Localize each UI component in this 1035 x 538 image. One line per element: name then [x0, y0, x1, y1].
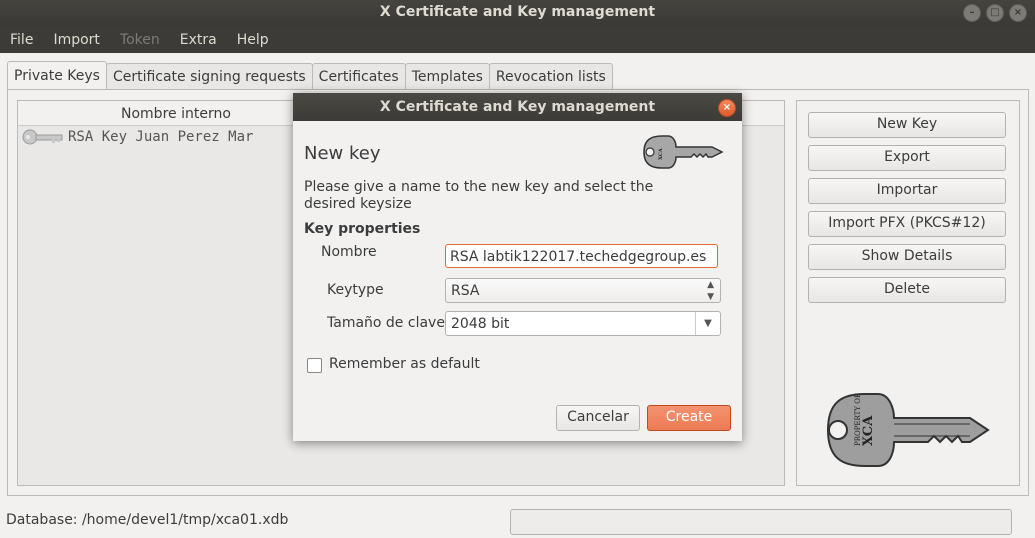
keytype-select[interactable]: RSA ▲ ▼: [445, 278, 721, 303]
import-pfx-button[interactable]: Import PFX (PKCS#12): [808, 211, 1006, 237]
tab-certificates[interactable]: Certificates: [311, 63, 406, 90]
xca-key-logo: PROPERTY OF XCA: [826, 393, 990, 467]
menu-help[interactable]: Help: [227, 32, 279, 48]
window-title: X Certificate and Key management: [379, 4, 656, 20]
show-details-button[interactable]: Show Details: [808, 244, 1006, 270]
keysize-label: Tamaño de clave: [327, 315, 445, 331]
keysize-value: 2048 bit: [451, 316, 510, 332]
tab-certificate-signing-requests[interactable]: Certificate signing requests: [105, 63, 313, 90]
tab-private-keys[interactable]: Private Keys: [7, 61, 107, 90]
key-name: RSA Key Juan Perez Mar: [68, 129, 254, 145]
progress-bar: [510, 509, 1012, 535]
menu-token[interactable]: Token: [110, 32, 170, 48]
maximize-icon[interactable]: □: [986, 4, 1004, 22]
svg-text:XCA: XCA: [658, 148, 664, 160]
dialog-titlebar: X Certificate and Key management ×: [293, 93, 742, 121]
dialog-description: Please give a name to the new key and se…: [304, 179, 654, 212]
keytype-value: RSA: [451, 283, 480, 299]
key-name-input[interactable]: RSA labtik122017.techedgegroup.es: [445, 244, 718, 268]
tab-bar: Private Keys Certificate signing request…: [7, 61, 613, 90]
key-icon: [22, 129, 63, 145]
delete-button[interactable]: Delete: [808, 277, 1006, 303]
dialog-title: X Certificate and Key management: [379, 99, 656, 115]
menubar: File Import Token Extra Help: [0, 26, 1035, 53]
menu-extra[interactable]: Extra: [170, 32, 227, 48]
close-icon[interactable]: ×: [1009, 4, 1027, 22]
new-key-dialog: X Certificate and Key management × New k…: [293, 93, 742, 441]
keysize-combobox[interactable]: 2048 bit ▼: [445, 311, 721, 336]
logo-xca-text: XCA: [861, 415, 876, 446]
minimize-icon[interactable]: –: [963, 4, 981, 22]
menu-import[interactable]: Import: [43, 32, 109, 48]
tab-templates[interactable]: Templates: [404, 63, 490, 90]
spinner-arrows-icon: ▲ ▼: [707, 280, 714, 302]
dialog-heading: New key: [304, 143, 381, 164]
menu-file[interactable]: File: [0, 32, 43, 48]
key-properties-group-title: Key properties: [304, 221, 421, 237]
keytype-label: Keytype: [327, 282, 384, 298]
remember-default-label[interactable]: Remember as default: [329, 356, 480, 372]
tab-revocation-lists[interactable]: Revocation lists: [488, 63, 613, 90]
chevron-down-icon[interactable]: ▼: [695, 312, 720, 335]
key-icon: XCA: [643, 135, 724, 169]
import-button[interactable]: Importar: [808, 178, 1006, 204]
name-label: Nombre: [321, 244, 377, 260]
close-icon[interactable]: ×: [718, 99, 736, 117]
status-database: Database: /home/devel1/tmp/xca01.xdb: [6, 512, 289, 528]
export-button[interactable]: Export: [808, 145, 1006, 171]
cancel-button[interactable]: Cancelar: [556, 405, 640, 431]
create-button[interactable]: Create: [647, 405, 731, 431]
window-titlebar: X Certificate and Key management – □ ×: [0, 0, 1035, 26]
remember-default-checkbox[interactable]: [307, 358, 322, 373]
new-key-button[interactable]: New Key: [808, 112, 1006, 138]
